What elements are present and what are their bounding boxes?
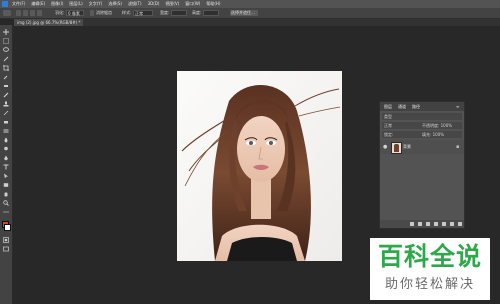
toolbox — [0, 25, 13, 304]
add-mask-icon[interactable] — [426, 222, 430, 226]
add-selection-icon[interactable] — [23, 10, 28, 16]
eye-icon[interactable]: ● — [383, 144, 387, 150]
options-bar: 羽化: 0 像素 消除锯齿 样式: 正常 宽度: 高度: 选择并遮住... — [0, 8, 500, 19]
style-select[interactable]: 正常 — [133, 10, 153, 16]
menu-window[interactable]: 窗口(W) — [185, 0, 200, 8]
hand-tool-icon[interactable] — [3, 191, 9, 197]
style-label: 样式: — [122, 10, 132, 15]
blend-opacity-row[interactable]: 正常 不透明度: 100% — [382, 122, 462, 129]
adjustment-layer-icon[interactable] — [434, 222, 438, 226]
move-tool-icon[interactable] — [3, 29, 9, 35]
marquee-tool-preset-button[interactable] — [3, 10, 11, 16]
menu-filter[interactable]: 滤镜(T) — [128, 0, 142, 8]
new-group-icon[interactable] — [442, 222, 446, 226]
layer-style-icon[interactable] — [418, 222, 422, 226]
menu-type[interactable]: 文字(Y) — [89, 0, 103, 8]
style-value: 正常 — [135, 11, 143, 16]
portrait-photo — [177, 71, 342, 261]
layer-filter-row[interactable]: 类型 — [382, 113, 462, 120]
link-layers-icon[interactable] — [410, 222, 414, 226]
marquee-tool-icon[interactable] — [3, 38, 9, 44]
crop-tool-icon[interactable] — [3, 65, 9, 71]
layers-panel: 图层 通道 路径 ≡ 类型 正常 不透明度: 100% 锁定: 填充: 100%… — [379, 101, 465, 229]
menu-3d[interactable]: 3D(D) — [148, 0, 160, 8]
feather-input[interactable]: 0 像素 — [66, 10, 84, 16]
new-selection-icon[interactable] — [16, 10, 21, 16]
layer-thumbnail-image — [394, 144, 399, 152]
tab-paths[interactable]: 路径 — [412, 104, 420, 109]
background-color-swatch[interactable] — [4, 224, 11, 231]
pen-tool-icon[interactable] — [3, 155, 9, 161]
kind-label: 类型 — [384, 114, 392, 119]
eyedropper-icon[interactable] — [3, 74, 9, 80]
gradient-tool-icon[interactable] — [3, 128, 9, 134]
lock-icon: ▪ — [456, 144, 460, 150]
lock-label: 锁定: — [384, 132, 394, 137]
document-tab[interactable]: img (2).jpg @ 66.7%(RGB/8#) * — [14, 19, 84, 26]
menu-view[interactable]: 视图(V) — [165, 0, 179, 8]
path-selection-icon[interactable] — [3, 173, 9, 179]
document-tab-bar: img (2).jpg @ 66.7%(RGB/8#) * — [14, 19, 500, 26]
select-and-mask-button[interactable]: 选择并遮住... — [230, 10, 258, 16]
watermark-title: 百科全说 — [377, 242, 482, 271]
new-layer-icon[interactable] — [450, 222, 454, 226]
menu-bar: 文件(F) 编辑(E) 图像(I) 图层(L) 文字(Y) 选择(S) 滤镜(T… — [0, 0, 500, 8]
feather-label: 羽化: — [55, 10, 65, 15]
height-input[interactable] — [203, 10, 219, 16]
watermark-subtitle: 助你轻松解决 — [384, 277, 475, 292]
fill-label: 填充: 100% — [422, 132, 445, 137]
healing-brush-icon[interactable] — [3, 83, 9, 89]
antialias-label: 消除锯齿 — [96, 10, 112, 15]
menu-help[interactable]: 帮助(H) — [206, 0, 220, 8]
eraser-tool-icon[interactable] — [3, 119, 9, 125]
width-input[interactable] — [171, 10, 187, 16]
layers-panel-footer — [380, 220, 464, 228]
tab-channels[interactable]: 通道 — [398, 104, 406, 109]
magic-wand-icon[interactable] — [3, 56, 9, 62]
more-tools-icon[interactable] — [3, 209, 9, 215]
canvas-image[interactable] — [177, 71, 342, 261]
menu-file[interactable]: 文件(F) — [12, 0, 25, 8]
menu-image[interactable]: 图像(I) — [51, 0, 63, 8]
ps-logo-icon[interactable] — [2, 1, 8, 7]
layer-thumbnail — [391, 142, 402, 154]
menu-items: 文件(F) 编辑(E) 图像(I) 图层(L) 文字(Y) 选择(S) 滤镜(T… — [12, 0, 220, 8]
height-label: 高度: — [192, 10, 202, 15]
dodge-tool-icon[interactable] — [3, 146, 9, 152]
rectangle-tool-icon[interactable] — [3, 182, 9, 188]
tab-layers[interactable]: 图层 — [384, 104, 392, 109]
layers-panel-tabs: 图层 通道 路径 ≡ — [380, 102, 464, 111]
blend-mode-label: 正常 — [384, 123, 392, 128]
panel-menu-icon[interactable]: ≡ — [456, 104, 459, 109]
screen-mode-icon[interactable] — [3, 246, 9, 252]
watermark: 百科全说 助你轻松解决 — [370, 238, 490, 300]
subtract-selection-icon[interactable] — [30, 10, 35, 16]
menu-edit[interactable]: 编辑(E) — [31, 0, 45, 8]
blur-tool-icon[interactable] — [3, 137, 9, 143]
intersect-selection-icon[interactable] — [37, 10, 42, 16]
delete-layer-icon[interactable] — [458, 222, 462, 226]
menu-select[interactable]: 选择(S) — [108, 0, 122, 8]
clone-stamp-icon[interactable] — [3, 101, 9, 107]
lock-fill-row[interactable]: 锁定: 填充: 100% — [382, 131, 462, 138]
brush-tool-icon[interactable] — [3, 92, 9, 98]
lasso-tool-icon[interactable] — [3, 47, 9, 53]
menu-layer[interactable]: 图层(L) — [69, 0, 82, 8]
feather-value: 0 像素 — [68, 11, 80, 16]
opacity-label: 不透明度: 100% — [422, 123, 453, 128]
zoom-tool-icon[interactable] — [3, 200, 9, 206]
layer-name: 背景 — [403, 144, 411, 149]
quick-mask-icon[interactable] — [3, 237, 9, 243]
type-tool-icon[interactable] — [3, 164, 9, 170]
width-label: 宽度: — [160, 10, 170, 15]
select-mask-label: 选择并遮住... — [231, 10, 255, 15]
antialias-checkbox[interactable] — [90, 10, 94, 16]
history-brush-icon[interactable] — [3, 110, 9, 116]
layer-row-background[interactable]: ● 背景 ▪ — [380, 140, 464, 154]
